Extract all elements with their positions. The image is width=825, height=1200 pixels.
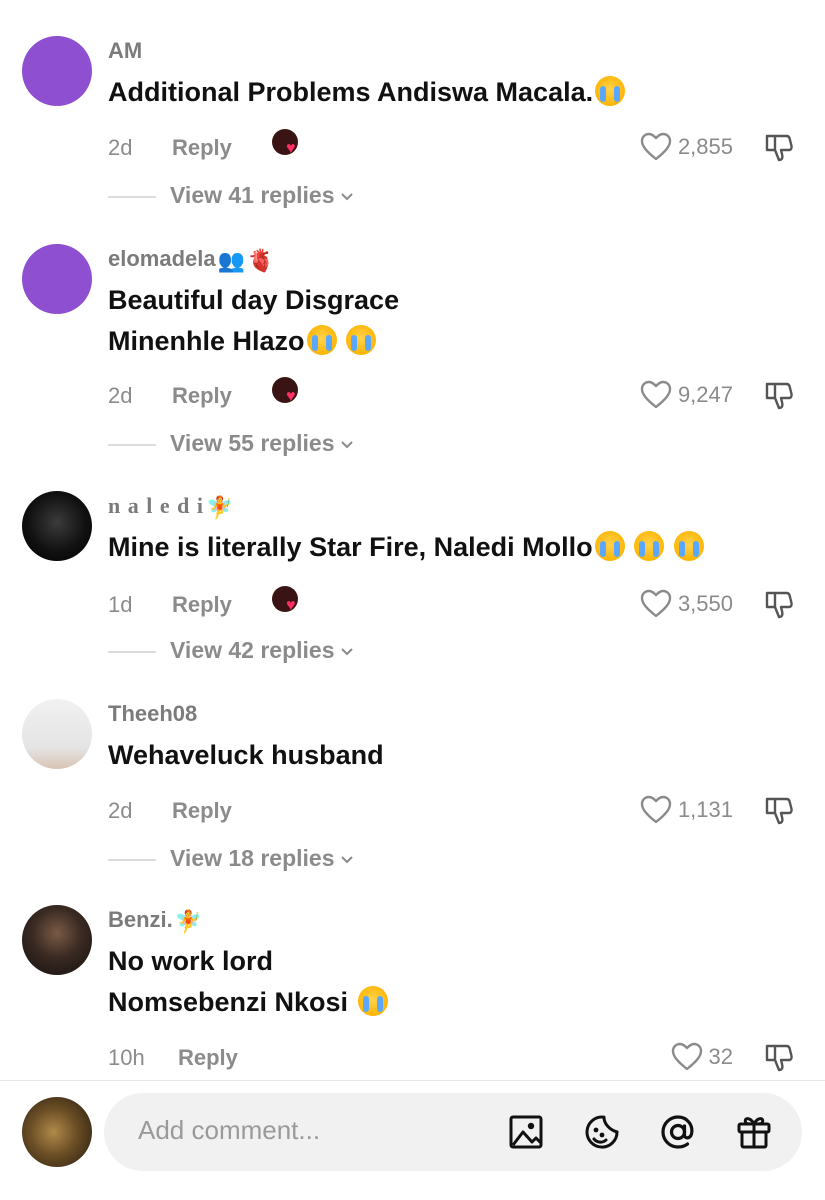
comment-text-line: Minenhle Hlazo [108, 326, 305, 356]
like-button[interactable]: 1,131 [640, 795, 733, 825]
comment-time: 2d [108, 798, 133, 823]
creator-heart-badge-icon: ♥ [272, 586, 304, 618]
heart-outline-icon [640, 795, 672, 824]
reply-button[interactable]: Reply [178, 1045, 238, 1071]
dislike-button[interactable] [763, 380, 795, 412]
crying-emoji-icon [594, 531, 625, 561]
thumbs-down-icon [765, 382, 793, 410]
add-comment-input[interactable]: Add comment... [104, 1093, 802, 1171]
comment-username-text: n a l e d i [108, 493, 204, 518]
group-emoji-icon: 👥 [217, 248, 246, 273]
heart-outline-icon [640, 132, 672, 161]
heart-outline-icon [640, 380, 672, 409]
reply-button[interactable]: Reply [172, 592, 232, 618]
user-avatar[interactable] [22, 699, 92, 769]
view-replies-button[interactable]: View 18 replies [108, 845, 355, 872]
like-count: 9,247 [677, 382, 733, 407]
chevron-down-icon [340, 856, 353, 864]
crying-emoji-icon [357, 986, 388, 1016]
mention-icon[interactable] [658, 1112, 698, 1152]
creator-heart-badge-icon: ♥ [272, 129, 304, 161]
user-avatar[interactable] [22, 36, 92, 106]
comment-text-line: Wehaveluck husband [108, 740, 384, 770]
view-replies-label: View 41 replies [170, 182, 335, 208]
like-button[interactable]: 3,550 [640, 589, 733, 619]
creator-heart-badge-icon: ♥ [272, 377, 304, 409]
comment-time: 2d [108, 383, 133, 408]
comment-username[interactable]: Benzi.🧚 [108, 907, 202, 935]
comment-username[interactable]: n a l e d i🧚 [108, 493, 234, 521]
thumbs-down-icon [765, 797, 793, 825]
reply-button[interactable]: Reply [172, 135, 232, 161]
thumbs-down-icon [765, 1044, 793, 1072]
chevron-down-icon [340, 193, 353, 201]
crying-emoji-icon [673, 531, 704, 561]
dislike-button[interactable] [763, 795, 795, 827]
divider-line [108, 443, 156, 446]
gift-icon[interactable] [734, 1112, 774, 1152]
comment-username-text: Benzi. [108, 907, 173, 932]
fairy-emoji-icon: 🧚 [205, 495, 235, 520]
comment-text: No work lord Nomsebenzi Nkosi [108, 941, 798, 1023]
crying-emoji-icon [634, 531, 665, 561]
reply-button[interactable]: Reply [172, 383, 232, 409]
divider-line [108, 858, 156, 861]
comment-time: 2d [108, 135, 133, 160]
fairy-emoji-icon: 🧚 [174, 909, 203, 934]
reply-button[interactable]: Reply [172, 798, 232, 824]
view-replies-button[interactable]: View 55 replies [108, 430, 355, 457]
comment-text-line: Nomsebenzi Nkosi [108, 987, 349, 1017]
view-replies-button[interactable]: View 41 replies [108, 182, 355, 209]
comment-username[interactable]: elomadela👥🫀 [108, 246, 274, 274]
comment-text-line: Mine is literally Star Fire, Naledi Moll… [108, 532, 593, 562]
comment-text-line: Beautiful day Disgrace [108, 285, 400, 315]
comment-text: Wehaveluck husband [108, 735, 798, 776]
comment-text: Additional Problems Andiswa Macala. [108, 72, 798, 113]
view-replies-button[interactable]: View 42 replies [108, 637, 355, 664]
like-count: 1,131 [677, 797, 733, 822]
divider-line [108, 195, 156, 198]
like-count: 32 [708, 1044, 733, 1069]
comment-text: Mine is literally Star Fire, Naledi Moll… [108, 527, 798, 568]
comment-text: Beautiful day Disgrace Minenhle Hlazo [108, 280, 798, 362]
dislike-button[interactable] [763, 589, 795, 621]
add-comment-placeholder[interactable]: Add comment... [138, 1115, 320, 1146]
current-user-avatar[interactable] [22, 1097, 92, 1167]
comment-text-line: No work lord [108, 946, 274, 976]
like-count: 2,855 [677, 134, 733, 159]
crying-emoji-icon [595, 76, 626, 106]
view-replies-label: View 18 replies [170, 845, 335, 871]
comment-username[interactable]: AM [108, 38, 142, 64]
user-avatar[interactable] [22, 491, 92, 561]
view-replies-label: View 42 replies [170, 637, 335, 663]
user-avatar[interactable] [22, 244, 92, 314]
user-avatar[interactable] [22, 905, 92, 975]
heart-outline-icon [671, 1042, 702, 1071]
like-button[interactable]: 32 [671, 1042, 733, 1072]
divider-line [108, 650, 156, 653]
crying-emoji-icon [306, 325, 337, 355]
chevron-down-icon [340, 441, 353, 449]
dislike-button[interactable] [763, 1042, 795, 1074]
like-button[interactable]: 9,247 [640, 380, 733, 410]
anatomical-heart-emoji-icon: 🫀 [247, 248, 275, 273]
comment-time: 10h [108, 1045, 145, 1070]
dislike-button[interactable] [763, 132, 795, 164]
comment-composer: Add comment... [0, 1081, 825, 1200]
comment-text-line: Additional Problems Andiswa Macala. [108, 77, 594, 107]
thumbs-down-icon [765, 591, 793, 619]
crying-emoji-icon [346, 325, 377, 355]
comment-time: 1d [108, 592, 133, 617]
comment-username[interactable]: Theeh08 [108, 701, 197, 727]
thumbs-down-icon [765, 134, 793, 162]
view-replies-label: View 55 replies [170, 430, 335, 456]
like-button[interactable]: 2,855 [640, 132, 733, 162]
like-count: 3,550 [677, 591, 733, 616]
comment-username-text: elomadela [108, 246, 216, 271]
comment-list: AM Additional Problems Andiswa Macala. 2… [0, 0, 825, 1080]
emoji-icon[interactable] [582, 1112, 622, 1152]
chevron-down-icon [340, 648, 353, 656]
image-icon[interactable] [506, 1112, 546, 1152]
heart-outline-icon [640, 589, 672, 618]
